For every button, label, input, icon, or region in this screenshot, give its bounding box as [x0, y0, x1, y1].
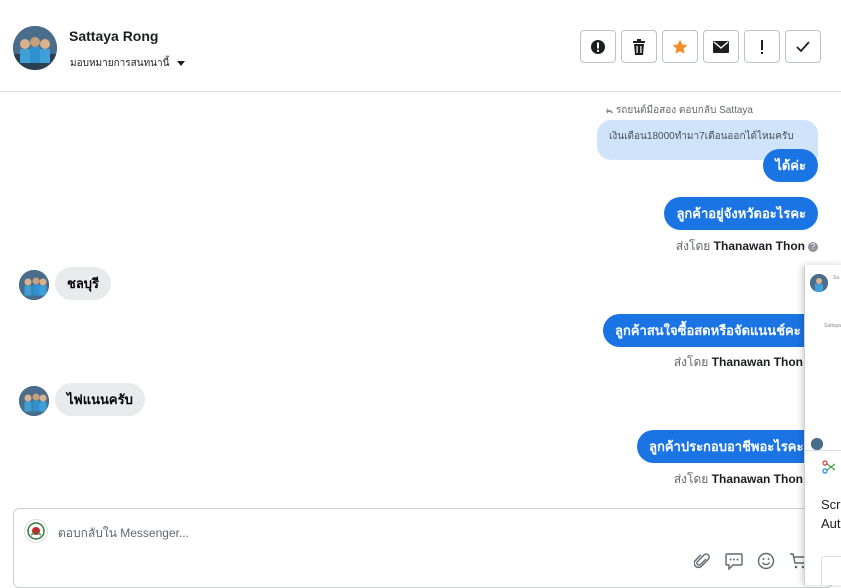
- star-icon: [672, 39, 688, 54]
- mark-unread-button[interactable]: [703, 30, 739, 63]
- contact-avatar-small[interactable]: [19, 386, 49, 416]
- sent-by-label: ส่งโดย Thanawan Thon?: [676, 237, 818, 256]
- message-outgoing: ลูกค้าสนใจซื้อสดหรือจัดแนนช์คะ: [603, 314, 813, 347]
- chat-bubble-icon: [725, 552, 743, 570]
- conversation-toolbar: [580, 30, 821, 63]
- sent-by-label: ส่งโดย Thanawan Thon: [674, 353, 803, 372]
- message-outgoing: ได้ค่ะ: [763, 149, 818, 182]
- page-avatar: [24, 519, 48, 543]
- star-button[interactable]: [662, 30, 698, 63]
- sent-by-prefix: ส่งโดย: [675, 239, 711, 253]
- sent-by-label: ส่งโดย Thanawan Thon: [674, 470, 803, 489]
- follow-up-button[interactable]: [744, 30, 780, 63]
- agent-name[interactable]: Thanawan Thon: [714, 239, 805, 253]
- delete-button[interactable]: [621, 30, 657, 63]
- side-divider: [805, 450, 841, 451]
- caret-down-icon: [177, 61, 186, 66]
- check-icon: [796, 40, 810, 52]
- reply-arrow-icon: [605, 107, 613, 114]
- conversation-header: Sattaya Rong มอบหมายการสนทนานี้: [0, 0, 841, 92]
- paperclip-icon: [694, 553, 710, 569]
- help-icon[interactable]: ?: [808, 241, 818, 252]
- message-thread: รถยนต์มือสอง ตอบกลับ Sattaya เงินเดือน18…: [0, 93, 841, 503]
- contact-avatar[interactable]: [13, 26, 57, 70]
- saved-reply-button[interactable]: [724, 551, 744, 571]
- side-avatar: [811, 438, 823, 450]
- sent-by-prefix: ส่งโดย: [673, 355, 709, 369]
- alert-circle-icon: [591, 39, 605, 54]
- message-outgoing: ลูกค้าประกอบอาชีพอะไรคะ: [637, 430, 816, 463]
- reply-input[interactable]: ตอบกลับใน Messenger...: [58, 524, 189, 543]
- mark-done-button[interactable]: [785, 30, 821, 63]
- message-outgoing: ลูกค้าอยู่จังหวัดอะไรคะ: [664, 197, 818, 230]
- scissors-icon[interactable]: [822, 460, 836, 474]
- agent-name[interactable]: Thanawan Thon: [712, 355, 803, 369]
- reply-meta-text: รถยนต์มือสอง ตอบกลับ Sattaya: [615, 105, 753, 116]
- reply-meta: รถยนต์มือสอง ตอบกลับ Sattaya: [605, 103, 753, 118]
- exclamation-icon: [761, 39, 763, 54]
- trash-icon: [633, 38, 645, 55]
- smiley-icon: [757, 552, 775, 570]
- side-bottom-box: [821, 556, 841, 585]
- side-avatar: [810, 274, 828, 292]
- side-panel-overlay[interactable]: Sa Sattaya Scre Aut: [804, 265, 841, 585]
- assign-label: มอบหมายการสนทนานี้: [70, 58, 170, 69]
- contact-name: Sattaya Rong: [69, 28, 159, 44]
- side-snippet: Scre: [821, 497, 841, 512]
- message-incoming: ไฟแนนครับ: [55, 383, 145, 416]
- message-incoming: ชลบุรี: [55, 267, 112, 300]
- side-tiny-text: Sattaya: [824, 323, 841, 329]
- composer-tools: [692, 551, 808, 571]
- reply-composer[interactable]: ตอบกลับใน Messenger...: [13, 508, 833, 588]
- agent-name[interactable]: Thanawan Thon: [712, 472, 803, 486]
- contact-avatar-small[interactable]: [19, 270, 49, 300]
- envelope-icon: [713, 40, 729, 53]
- attach-button[interactable]: [692, 551, 712, 571]
- assign-dropdown[interactable]: มอบหมายการสนทนานี้: [70, 56, 186, 71]
- sent-by-prefix: ส่งโดย: [673, 472, 709, 486]
- side-snippet: Aut: [821, 516, 841, 531]
- spam-button[interactable]: [580, 30, 616, 63]
- side-tiny-text: Sa: [833, 275, 840, 281]
- emoji-button[interactable]: [756, 551, 776, 571]
